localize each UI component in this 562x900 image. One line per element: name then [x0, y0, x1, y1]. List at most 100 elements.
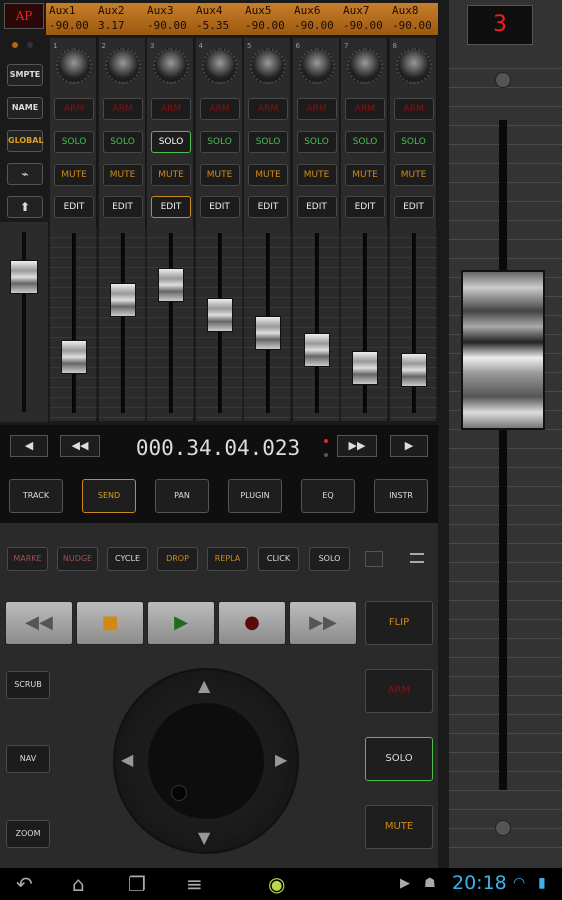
- strip-solo-button[interactable]: SOLO: [345, 131, 385, 153]
- strip-mute-button[interactable]: MUTE: [248, 164, 288, 186]
- zoom-button[interactable]: ZOOM: [6, 820, 50, 848]
- app-status-icon: ◉: [268, 872, 286, 896]
- strip-edit-button[interactable]: EDIT: [248, 196, 288, 218]
- flip-button[interactable]: FLIP: [365, 601, 433, 645]
- fader-cap[interactable]: [206, 298, 233, 332]
- fader-cap[interactable]: [61, 340, 87, 374]
- recent-apps-icon[interactable]: ❐: [128, 872, 146, 896]
- menu-icon[interactable]: [410, 553, 424, 563]
- strip-arm-button[interactable]: ARM: [199, 98, 240, 120]
- strip-arm-button[interactable]: ARM: [296, 98, 337, 120]
- menu-bars-icon[interactable]: ≡: [186, 872, 203, 896]
- strip-mute-button[interactable]: MUTE: [296, 164, 337, 186]
- strip-mute-button[interactable]: MUTE: [345, 164, 385, 186]
- record-button[interactable]: ●: [218, 601, 286, 645]
- pan-knob[interactable]: [104, 48, 141, 84]
- jog-wheel[interactable]: ▲ ▼ ◀ ▶: [113, 668, 299, 854]
- strip-edit-button[interactable]: EDIT: [54, 196, 94, 218]
- strip-edit-button[interactable]: EDIT: [102, 196, 143, 218]
- strip-edit-button[interactable]: EDIT: [393, 196, 434, 218]
- rewind-button[interactable]: ◀◀: [5, 601, 73, 645]
- left-fader-cap[interactable]: [10, 260, 38, 294]
- mode-button-pan[interactable]: PAN: [155, 479, 209, 513]
- fader-cap[interactable]: [400, 353, 427, 387]
- solo-button[interactable]: SOLO: [365, 737, 433, 781]
- home-icon[interactable]: ⌂: [72, 872, 85, 896]
- global-button[interactable]: GLOBAL: [7, 130, 44, 152]
- pan-knob[interactable]: [298, 48, 335, 84]
- utility-button-cycle[interactable]: CYCLE: [107, 547, 148, 571]
- strip-mute-button[interactable]: MUTE: [54, 164, 94, 186]
- wave-button[interactable]: ⌁: [7, 163, 43, 185]
- nav-left-icon[interactable]: ◀: [121, 750, 133, 769]
- speaker-icon[interactable]: [365, 551, 383, 567]
- stop-button[interactable]: ■: [76, 601, 144, 645]
- strip-solo-button[interactable]: SOLO: [151, 131, 191, 153]
- fader-cap[interactable]: [158, 268, 184, 302]
- nav-down-icon[interactable]: ▼: [198, 828, 210, 847]
- strip-edit-button[interactable]: EDIT: [296, 196, 337, 218]
- strip-arm-button[interactable]: ARM: [151, 98, 191, 120]
- pan-knob[interactable]: [395, 48, 432, 84]
- pan-knob[interactable]: [56, 48, 92, 84]
- strip-number: 8: [392, 42, 397, 50]
- strip-solo-button[interactable]: SOLO: [102, 131, 143, 153]
- utility-button-nudge[interactable]: NUDGE: [57, 547, 98, 571]
- strip-solo-button[interactable]: SOLO: [393, 131, 434, 153]
- utility-button-repla[interactable]: REPLA: [207, 547, 248, 571]
- strip-solo-button[interactable]: SOLO: [296, 131, 337, 153]
- back-icon[interactable]: ↶: [16, 872, 33, 896]
- channel-strip: 2 ARM SOLO MUTE EDIT: [98, 38, 146, 421]
- mode-button-track[interactable]: TRACK: [9, 479, 63, 513]
- master-fader-cap[interactable]: [461, 270, 545, 430]
- utility-button-solo[interactable]: SOLO: [309, 547, 350, 571]
- strip-solo-button[interactable]: SOLO: [248, 131, 288, 153]
- strip-solo-button[interactable]: SOLO: [54, 131, 94, 153]
- app-logo: AP: [4, 3, 44, 29]
- pan-knob[interactable]: [347, 48, 383, 84]
- arm-button[interactable]: ARM: [365, 669, 433, 713]
- nav-right-icon[interactable]: ▶: [275, 750, 287, 769]
- pan-knob[interactable]: [250, 48, 286, 84]
- smpte-button[interactable]: SMPTE: [7, 64, 43, 86]
- strip-arm-button[interactable]: ARM: [248, 98, 288, 120]
- strip-arm-button[interactable]: ARM: [54, 98, 94, 120]
- strip-mute-button[interactable]: MUTE: [199, 164, 240, 186]
- strip-mute-button[interactable]: MUTE: [393, 164, 434, 186]
- strip-mute-button[interactable]: MUTE: [151, 164, 191, 186]
- fast-forward-button[interactable]: ▶▶: [289, 601, 357, 645]
- strip-solo-button[interactable]: SOLO: [199, 131, 240, 153]
- fader-cap[interactable]: [109, 283, 136, 317]
- utility-button-drop[interactable]: DROP: [157, 547, 198, 571]
- mode-button-send[interactable]: SEND: [82, 479, 136, 513]
- mute-button[interactable]: MUTE: [365, 805, 433, 849]
- name-button[interactable]: NAME: [7, 97, 43, 119]
- strip-arm-button[interactable]: ARM: [345, 98, 385, 120]
- utility-button-marke[interactable]: MARKE: [7, 547, 48, 571]
- forward-button[interactable]: ▶▶: [337, 435, 377, 457]
- play-button[interactable]: ▶: [147, 601, 215, 645]
- strip-edit-button[interactable]: EDIT: [151, 196, 191, 218]
- mode-button-eq[interactable]: EQ: [301, 479, 355, 513]
- nav-button[interactable]: NAV: [6, 745, 50, 773]
- nav-up-icon[interactable]: ▲: [198, 676, 210, 695]
- mode-button-instr[interactable]: INSTR: [374, 479, 428, 513]
- fader-cap[interactable]: [255, 316, 281, 350]
- utility-button-click[interactable]: CLICK: [258, 547, 299, 571]
- fader-cap[interactable]: [303, 333, 330, 367]
- fader-cap[interactable]: [352, 351, 378, 385]
- scrub-button[interactable]: SCRUB: [6, 671, 50, 699]
- strip-edit-button[interactable]: EDIT: [199, 196, 240, 218]
- strip-number: 7: [344, 42, 349, 50]
- strip-arm-button[interactable]: ARM: [393, 98, 434, 120]
- mode-button-plugin[interactable]: PLUGIN: [228, 479, 282, 513]
- strip-edit-button[interactable]: EDIT: [345, 196, 385, 218]
- next-button[interactable]: ▶: [390, 435, 428, 457]
- shift-button[interactable]: ⬆: [7, 196, 43, 218]
- pan-knob[interactable]: [201, 48, 238, 84]
- rewind-button[interactable]: ◀◀: [60, 435, 100, 457]
- strip-arm-button[interactable]: ARM: [102, 98, 143, 120]
- strip-mute-button[interactable]: MUTE: [102, 164, 143, 186]
- prev-button[interactable]: ◀: [10, 435, 48, 457]
- pan-knob[interactable]: [153, 48, 189, 84]
